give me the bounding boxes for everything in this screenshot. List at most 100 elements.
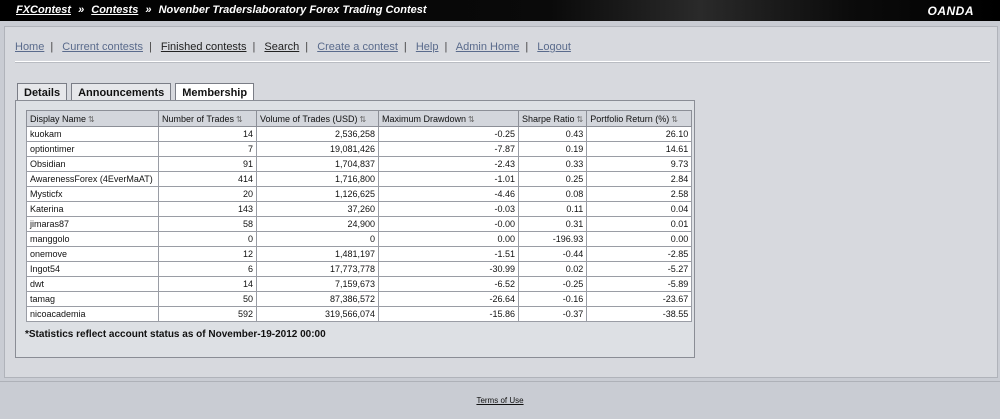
cell-max-drawdown: -0.25 <box>378 126 519 142</box>
cell-max-drawdown: -7.87 <box>378 141 519 157</box>
cell-number-of-trades: 143 <box>158 201 257 217</box>
cell-portfolio-return: 9.73 <box>586 156 693 172</box>
sort-icon[interactable]: ⇅ <box>236 115 243 124</box>
footer-divider <box>0 381 1000 382</box>
cell-max-drawdown: -4.46 <box>378 186 519 202</box>
nav-create-contest-link[interactable]: Create a contest <box>317 41 398 53</box>
terms-of-use-link[interactable]: Terms of Use <box>476 396 523 405</box>
cell-max-drawdown: -30.99 <box>378 261 519 277</box>
sort-icon[interactable]: ⇅ <box>360 115 367 124</box>
cell-display-name: manggolo <box>26 231 159 247</box>
nav-divider <box>15 61 990 63</box>
cell-display-name: dwt <box>26 276 159 292</box>
cell-volume: 1,126,625 <box>256 186 379 202</box>
footer: Terms of Use <box>0 396 1000 405</box>
sort-icon[interactable]: ⇅ <box>577 115 584 124</box>
nav-separator: | <box>305 41 309 53</box>
cell-number-of-trades: 592 <box>158 306 257 322</box>
cell-number-of-trades: 7 <box>158 141 257 157</box>
column-header-label: Number of Trades <box>162 113 235 124</box>
column-header-label: Sharpe Ratio <box>522 113 575 124</box>
cell-sharpe-ratio: -0.16 <box>517 291 588 307</box>
statistics-note: *Statistics reflect account status as of… <box>25 329 326 340</box>
nav-finished-contests-link[interactable]: Finished contests <box>161 41 247 53</box>
cell-display-name: kuokam <box>26 126 159 142</box>
sort-icon[interactable]: ⇅ <box>671 115 678 124</box>
nav-logout-link[interactable]: Logout <box>537 41 571 53</box>
nav-admin-home-link[interactable]: Admin Home <box>456 41 520 53</box>
nav-links: Home | Current contests | Finished contest… <box>15 41 571 53</box>
cell-display-name: Mysticfx <box>26 186 159 202</box>
column-header-sharpe-ratio[interactable]: Sharpe Ratio ⇅ <box>517 110 588 127</box>
nav-home-link[interactable]: Home <box>15 41 44 53</box>
cell-volume: 1,481,197 <box>256 246 379 262</box>
column-header-label: Volume of Trades (USD) <box>260 113 358 124</box>
breadcrumb-fxcontest-link[interactable]: FXContest <box>16 4 71 16</box>
cell-max-drawdown: -0.03 <box>378 201 519 217</box>
cell-max-drawdown: 0.00 <box>378 231 519 247</box>
cell-volume: 19,081,426 <box>256 141 379 157</box>
cell-number-of-trades: 414 <box>158 171 257 187</box>
cell-number-of-trades: 91 <box>158 156 257 172</box>
cell-volume: 17,773,778 <box>256 261 379 277</box>
nav-search-link[interactable]: Search <box>264 41 299 53</box>
cell-display-name: onemove <box>26 246 159 262</box>
column-header-portfolio-return[interactable]: Portfolio Return (%) ⇅ <box>586 110 693 127</box>
table-header-row: Display Name ⇅ Number of Trades ⇅ Volume o… <box>26 110 693 127</box>
table-row: jimaras87 58 24,900 -0.00 0.31 0.01 <box>26 216 693 232</box>
cell-volume: 24,900 <box>256 216 379 232</box>
column-header-label: Portfolio Return (%) <box>590 113 670 124</box>
breadcrumb: FXContest » Contests » Novenber Tradersl… <box>16 4 427 16</box>
nav-help-link[interactable]: Help <box>416 41 439 53</box>
table-row: manggolo 0 0 0.00 -196.93 0.00 <box>26 231 693 247</box>
cell-portfolio-return: -5.89 <box>586 276 693 292</box>
cell-display-name: optiontimer <box>26 141 159 157</box>
cell-display-name: nicoacademia <box>26 306 159 322</box>
table-row: Ingot54 6 17,773,778 -30.99 0.02 -5.27 <box>26 261 693 277</box>
cell-portfolio-return: 2.84 <box>586 171 693 187</box>
cell-sharpe-ratio: 0.25 <box>517 171 588 187</box>
membership-panel: Display Name ⇅ Number of Trades ⇅ Volume o… <box>15 100 695 358</box>
cell-sharpe-ratio: 0.19 <box>517 141 588 157</box>
column-header-volume[interactable]: Volume of Trades (USD) ⇅ <box>256 110 379 127</box>
cell-display-name: Katerina <box>26 201 159 217</box>
cell-portfolio-return: 0.01 <box>586 216 693 232</box>
column-header-max-drawdown[interactable]: Maximum Drawdown ⇅ <box>378 110 519 127</box>
breadcrumb-separator: » <box>145 4 152 16</box>
tab-bar: Details Announcements Membership <box>17 83 258 104</box>
header-bar: FXContest » Contests » Novenber Tradersl… <box>0 0 1000 21</box>
breadcrumb-contests-link[interactable]: Contests <box>91 4 138 16</box>
cell-volume: 1,704,837 <box>256 156 379 172</box>
cell-display-name: Obsidian <box>26 156 159 172</box>
breadcrumb-current-contest: Novenber Traderslaboratory Forex Trading… <box>158 4 427 16</box>
cell-portfolio-return: 14.61 <box>586 141 693 157</box>
sort-icon[interactable]: ⇅ <box>468 115 475 124</box>
cell-portfolio-return: 0.04 <box>586 201 693 217</box>
cell-number-of-trades: 50 <box>158 291 257 307</box>
cell-number-of-trades: 20 <box>158 186 257 202</box>
nav-separator: | <box>444 41 448 53</box>
cell-max-drawdown: -2.43 <box>378 156 519 172</box>
table-row: Obsidian 91 1,704,837 -2.43 0.33 9.73 <box>26 156 693 172</box>
cell-number-of-trades: 12 <box>158 246 257 262</box>
breadcrumb-separator: » <box>78 4 85 16</box>
cell-sharpe-ratio: -196.93 <box>517 231 588 247</box>
cell-display-name: Ingot54 <box>26 261 159 277</box>
cell-volume: 1,716,800 <box>256 171 379 187</box>
nav-current-contests-link[interactable]: Current contests <box>62 41 143 53</box>
oanda-logo: OANDA <box>927 4 974 18</box>
column-header-display-name[interactable]: Display Name ⇅ <box>26 110 159 127</box>
cell-display-name: jimaras87 <box>26 216 159 232</box>
table-row: tamag 50 87,386,572 -26.64 -0.16 -23.67 <box>26 291 693 307</box>
cell-max-drawdown: -0.00 <box>378 216 519 232</box>
cell-sharpe-ratio: -0.44 <box>517 246 588 262</box>
column-header-number-of-trades[interactable]: Number of Trades ⇅ <box>158 110 257 127</box>
cell-volume: 319,566,074 <box>256 306 379 322</box>
nav-separator: | <box>525 41 529 53</box>
sort-icon[interactable]: ⇅ <box>88 115 95 124</box>
cell-portfolio-return: -38.55 <box>586 306 693 322</box>
cell-max-drawdown: -6.52 <box>378 276 519 292</box>
table-row: nicoacademia 592 319,566,074 -15.86 -0.37 -38… <box>26 306 693 322</box>
cell-max-drawdown: -15.86 <box>378 306 519 322</box>
cell-volume: 7,159,673 <box>256 276 379 292</box>
